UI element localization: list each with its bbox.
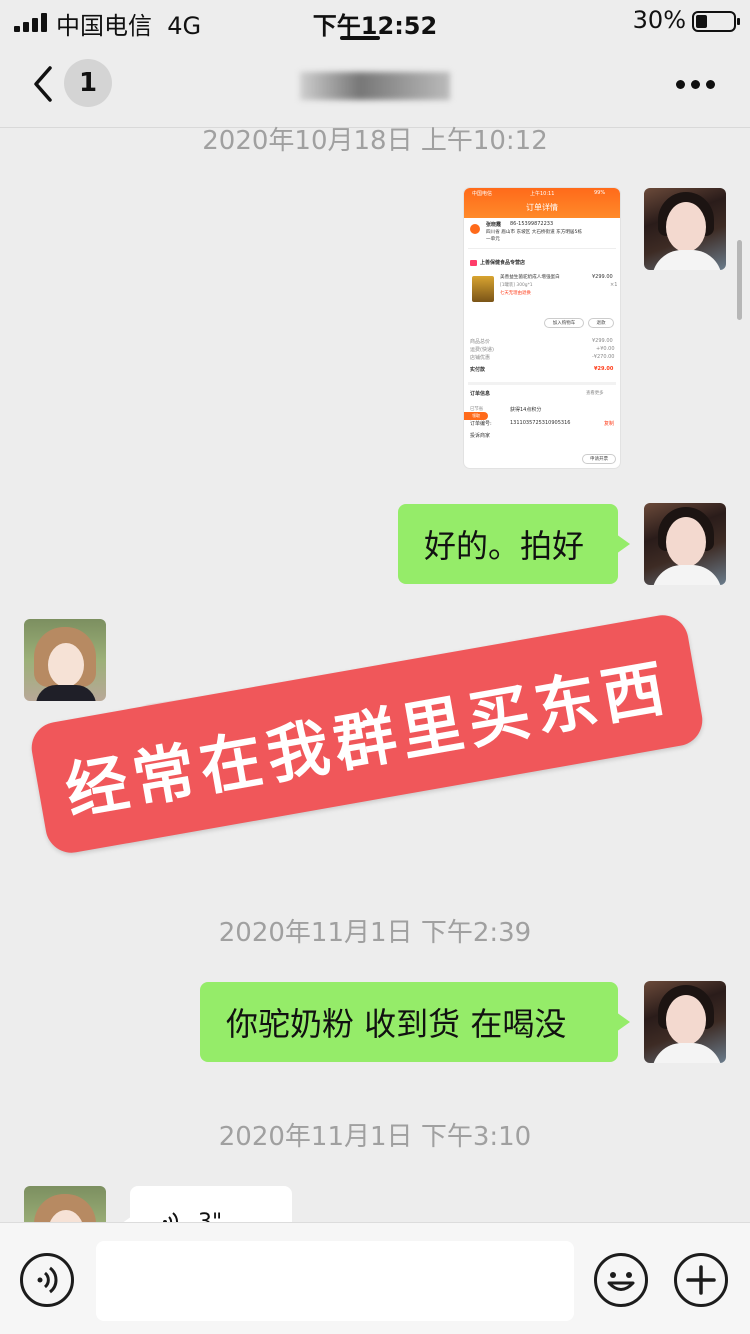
status-bar: 中国电信 4G 下午12:52 30% bbox=[0, 0, 750, 44]
avatar[interactable] bbox=[24, 619, 106, 701]
avatar[interactable] bbox=[644, 981, 726, 1063]
order-number-label: 订单编号: bbox=[470, 421, 492, 427]
overlay-caption-text: 经常在我群里买东西 bbox=[60, 650, 676, 829]
total-label: 商品总价 bbox=[470, 339, 491, 345]
complaint-label: 投诉商家 bbox=[470, 433, 491, 439]
screenshot-title: 订单详情 bbox=[526, 203, 558, 212]
divider bbox=[468, 382, 616, 385]
receiver-phone: 86-15399872233 bbox=[510, 221, 554, 227]
invoice-button: 申请开票 bbox=[582, 454, 616, 464]
shipping-label: 运费(快递) bbox=[470, 347, 494, 353]
screenshot-time: 上午10:11 bbox=[530, 191, 555, 197]
receiver-name: 张晓霞 bbox=[486, 222, 502, 228]
chat-header: 1 bbox=[0, 44, 750, 128]
total-value: ¥299.00 bbox=[592, 338, 613, 344]
call-indicator bbox=[340, 36, 380, 40]
coupon-tag: 领取 bbox=[464, 412, 488, 420]
message-input[interactable] bbox=[96, 1241, 574, 1321]
address-line: 一单元 bbox=[486, 237, 500, 242]
scrollbar[interactable] bbox=[737, 240, 742, 320]
divider bbox=[468, 248, 616, 249]
product-promo: 七天无理由退换 bbox=[500, 291, 531, 296]
emoji-icon[interactable] bbox=[594, 1253, 648, 1307]
screenshot-carrier: 中国电信 bbox=[472, 191, 493, 197]
plus-icon[interactable] bbox=[674, 1253, 728, 1307]
address-line: 四川省 眉山市 东坡区 大石桥街道 东方明居5栋 bbox=[486, 230, 583, 235]
refund-button: 退款 bbox=[588, 318, 614, 328]
unread-count-badge[interactable]: 1 bbox=[64, 59, 112, 107]
order-number: 1311035725310905316 bbox=[510, 420, 571, 426]
overlay-caption: 经常在我群里买东西 bbox=[27, 611, 707, 857]
order-info-more: 查看更多 bbox=[586, 391, 604, 396]
timestamp: 2020年10月18日 上午10:12 bbox=[202, 126, 548, 156]
voice-toggle-icon[interactable] bbox=[20, 1253, 74, 1307]
paid-value: ¥29.00 bbox=[594, 366, 614, 372]
timestamp: 2020年11月1日 下午2:39 bbox=[218, 918, 532, 948]
discount-value: -¥270.00 bbox=[592, 354, 615, 360]
battery-percent: 30% bbox=[632, 6, 686, 34]
screenshot-header: 中国电信 上午10:11 99% 订单详情 bbox=[464, 188, 620, 218]
input-bar bbox=[0, 1222, 750, 1334]
product-name: 美善益生菌驼奶成人增强蛋白 bbox=[500, 275, 560, 280]
order-info-title: 订单信息 bbox=[470, 391, 491, 397]
add-to-cart-button: 加入购物车 bbox=[544, 318, 584, 328]
timestamp: 2020年11月1日 下午3:10 bbox=[218, 1122, 532, 1152]
points-text: 获得14点积分 bbox=[510, 407, 542, 413]
product-qty: ×1 bbox=[610, 282, 618, 288]
chevron-left-icon[interactable] bbox=[26, 62, 66, 106]
product-spec: [1罐装] 300g*1 bbox=[500, 283, 533, 288]
order-screenshot-image[interactable]: 中国电信 上午10:11 99% 订单详情 张晓霞 86-15399872233… bbox=[464, 188, 620, 468]
product-thumbnail bbox=[472, 276, 494, 302]
avatar[interactable] bbox=[644, 188, 726, 270]
redacted-title bbox=[300, 72, 450, 100]
more-dots-icon[interactable] bbox=[676, 80, 716, 90]
store-icon bbox=[470, 260, 477, 266]
message-bubble[interactable]: 你驼奶粉 收到货 在喝没 bbox=[200, 982, 630, 1062]
store-name: 上善保健食品专营店 bbox=[480, 260, 526, 266]
paid-label: 实付款 bbox=[470, 367, 486, 373]
shipping-value: +¥0.00 bbox=[596, 346, 615, 352]
product-price: ¥299.00 bbox=[592, 274, 613, 280]
screenshot-battery: 99% bbox=[594, 190, 606, 196]
battery-icon bbox=[692, 11, 740, 32]
copy-link: 复制 bbox=[604, 421, 615, 427]
location-pin-icon bbox=[470, 224, 480, 234]
avatar[interactable] bbox=[644, 503, 726, 585]
message-bubble[interactable]: 好的。拍好 bbox=[398, 504, 630, 584]
discount-label: 店铺优惠 bbox=[470, 355, 491, 361]
